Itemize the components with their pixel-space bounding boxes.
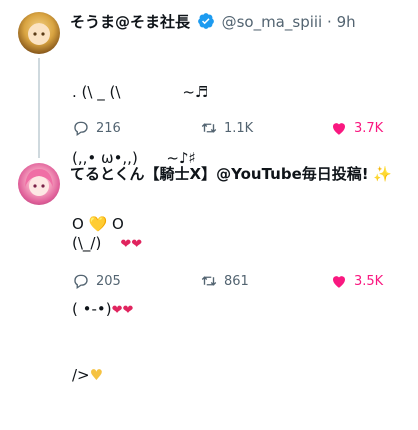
heart-filled-icon [333,123,345,135]
heart-emoji: ❤❤ [111,303,134,318]
reply-button[interactable]: 216 [72,119,121,137]
tweet-text-fragment: ( •-•) [72,300,112,318]
retweet-button[interactable]: 861 [200,272,249,290]
avatar-image [26,23,52,45]
verified-badge-icon [197,12,215,35]
tweet[interactable]: てるとくん【騎士X】@YouTube毎日投稿! ✨ (\_/) ❤❤ ( •-•… [0,146,418,384]
tweet-text-line: (\_/) ❤❤ [72,232,142,254]
yellow-heart-icon: ♥ [89,366,104,384]
sparkles-icon: ✨ [373,165,393,183]
retweet-icon [201,123,217,133]
like-button[interactable]: 3.7K [330,119,383,137]
tweet-text-line: ( •-•)❤❤ [72,298,142,320]
tweet-text-fragment: /> [72,366,90,384]
thread-line [38,58,40,158]
tweet-actions: 205 861 3.5K [72,272,402,292]
reply-count: 216 [96,120,121,136]
like-count: 3.7K [354,120,384,136]
retweet-count: 861 [224,273,249,289]
tweet-header: そうま@そま社長 @so_ma_spiii · 9h [70,12,356,35]
tweet-header: てるとくん【騎士X】@YouTube毎日投稿! ✨ [70,164,392,184]
avatar[interactable] [18,163,60,205]
heart-emoji: ❤❤ [120,237,143,252]
retweet-count: 1.1K [224,120,254,136]
tweet[interactable]: そうま@そま社長 @so_ma_spiii · 9h . (\ _ (\ ~♬ … [0,0,418,233]
timestamp[interactable]: 9h [337,13,356,31]
avatar[interactable] [18,12,60,54]
avatar-image [25,169,53,196]
tweet-text-line: . (\ _ (\ ~♬ [72,83,209,101]
reply-button[interactable]: 205 [72,272,121,290]
tweet-text: (\_/) ❤❤ ( •-•)❤❤ />♥ [72,188,142,430]
display-name[interactable]: てるとくん【騎士X】@YouTube毎日投稿! [70,165,369,183]
reply-count: 205 [96,273,121,289]
tweet-text-line: />♥ [72,364,142,386]
heart-filled-icon [333,276,345,288]
like-count: 3.5K [354,273,384,289]
handle[interactable]: @so_ma_spiii [222,13,323,31]
separator-dot: · [327,13,332,31]
tweet-text-fragment: (\_/) [72,234,102,252]
display-name[interactable]: そうま@そま社長 [70,13,190,31]
reply-icon [74,274,88,290]
like-button[interactable]: 3.5K [330,272,383,290]
retweet-icon [201,276,217,286]
retweet-button[interactable]: 1.1K [200,119,253,137]
reply-icon [74,121,88,137]
tweet-actions: 216 1.1K 3.7K [72,119,402,139]
